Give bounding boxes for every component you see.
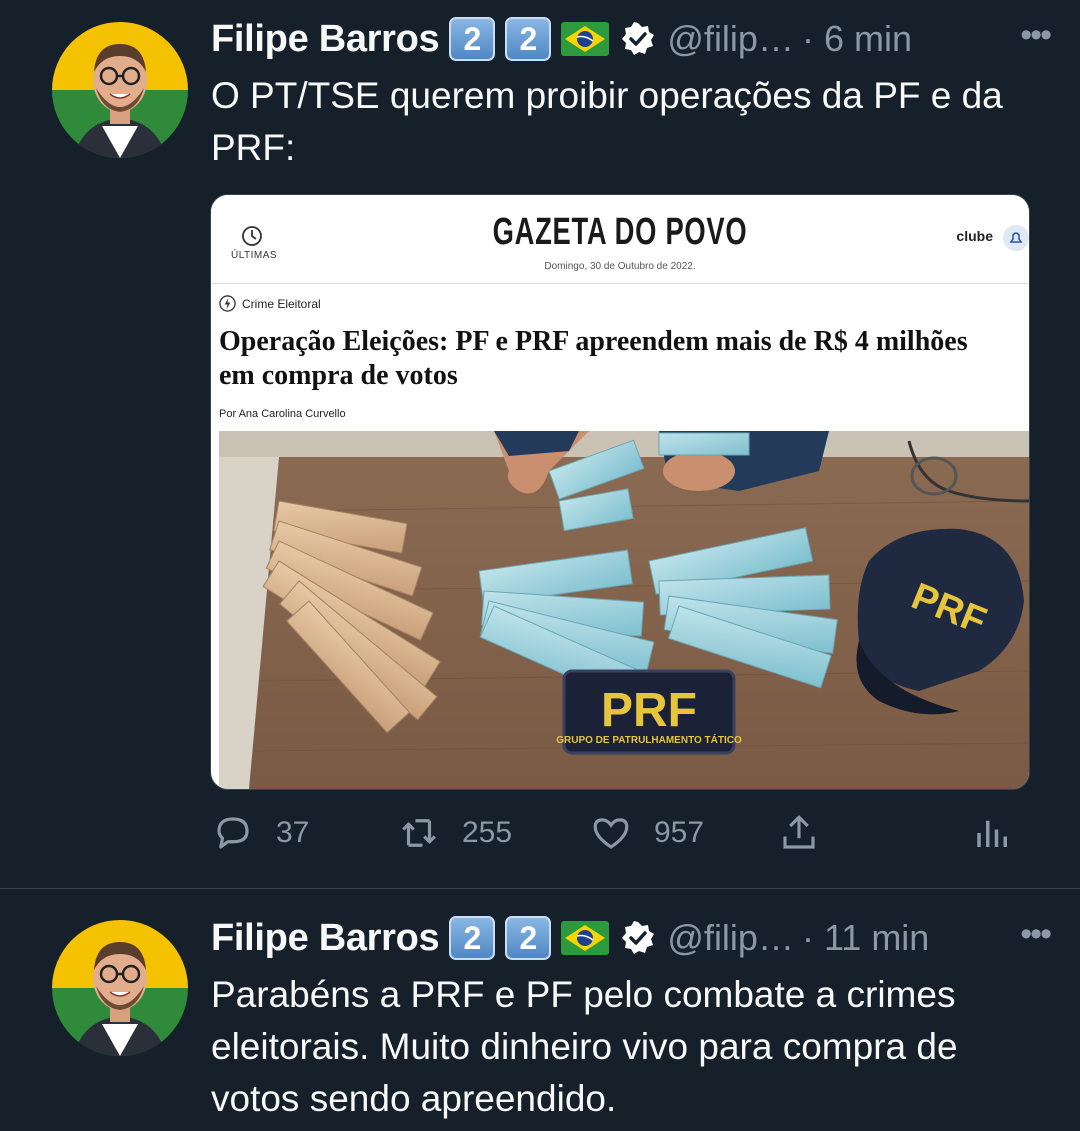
retweet-button[interactable]: 255	[398, 812, 512, 854]
verified-icon	[622, 22, 655, 55]
author-handle[interactable]: @filip…	[667, 18, 794, 60]
brazil-flag-icon	[561, 921, 610, 955]
category-label: Crime Eleitoral	[242, 296, 321, 311]
tweet-header: Filipe Barros 2 2 @filip… · 11 min	[211, 913, 929, 963]
analytics-button[interactable]	[972, 812, 1036, 854]
tweet-header: Filipe Barros 2 2 @filip… · 6 min	[211, 14, 912, 64]
like-icon	[593, 818, 629, 849]
avatar[interactable]	[52, 920, 188, 1056]
tweet-time[interactable]: · 6 min	[802, 18, 912, 60]
retweet-count: 255	[462, 816, 513, 849]
like-count: 957	[654, 816, 705, 849]
reply-icon	[217, 817, 249, 849]
avatar[interactable]	[52, 22, 188, 158]
site-masthead: GAZETA DO POVO	[492, 211, 748, 253]
patch-subtext: GRUPO DE PATRULHAMENTO TÁTICO	[556, 733, 742, 746]
author-name[interactable]: Filipe Barros	[211, 18, 440, 61]
bell-icon	[1003, 225, 1029, 251]
lightning-icon	[219, 295, 236, 312]
clock-icon	[242, 226, 262, 246]
tweet[interactable]: Filipe Barros 2 2 @filip… · 11 min ••• P…	[0, 889, 1080, 1131]
analytics-icon	[977, 820, 1007, 847]
site-header: ÚLTIMAS GAZETA DO POVO Domingo, 30 de Ou…	[211, 195, 1029, 284]
keycap-badge: 2	[505, 916, 552, 960]
tweet-time[interactable]: · 11 min	[802, 917, 929, 959]
more-options-button[interactable]: •••	[1020, 16, 1052, 55]
article-headline: Operação Eleições: PF e PRF apreendem ma…	[219, 326, 968, 391]
ultimas-label: ÚLTIMAS	[231, 250, 278, 261]
tweet-text: Parabéns a PRF e PF pelo combate a crime…	[211, 974, 958, 1119]
keycap-badge: 2	[449, 17, 496, 61]
author-handle[interactable]: @filip…	[667, 917, 794, 959]
brazil-flag-icon	[561, 22, 610, 56]
reply-button[interactable]: 37	[212, 812, 309, 854]
more-options-button[interactable]: •••	[1020, 915, 1052, 954]
retweet-icon	[402, 819, 436, 847]
author-name[interactable]: Filipe Barros	[211, 917, 440, 960]
verified-icon	[622, 921, 655, 954]
reply-count: 37	[276, 816, 310, 849]
article-category: Crime Eleitoral	[219, 295, 321, 312]
tweet-actions: 37 255 957	[0, 812, 1080, 856]
share-button[interactable]	[778, 812, 842, 854]
clube-logo: clube	[956, 228, 993, 244]
site-date: Domingo, 30 de Outubro de 2022.	[544, 261, 696, 272]
tweet[interactable]: Filipe Barros 2 2 @filip… · 6 min ••• O …	[0, 0, 1080, 888]
seized-money-photo: PRF PRF GRUPO DE PATRULHAMENTO TÁTICO	[219, 431, 1029, 789]
like-button[interactable]: 957	[590, 812, 704, 854]
keycap-badge: 2	[449, 916, 496, 960]
article-byline: Por Ana Carolina Curvello	[219, 408, 346, 420]
keycap-badge: 2	[505, 17, 552, 61]
article-image-card[interactable]: ÚLTIMAS GAZETA DO POVO Domingo, 30 de Ou…	[210, 194, 1030, 790]
tweet-text: O PT/TSE querem proibir operações da PF …	[211, 75, 1003, 168]
share-icon	[783, 815, 815, 849]
patch-text: PRF	[601, 684, 697, 737]
